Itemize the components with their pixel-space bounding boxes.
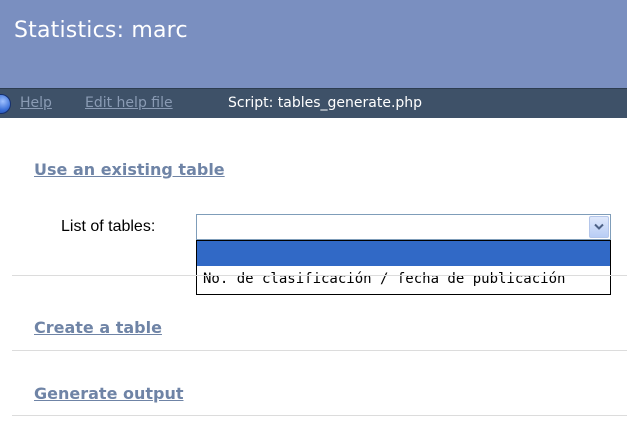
page: Statistics: marc Help Edit help file Scr… [0,0,627,448]
list-of-tables-label: List of tables: [61,218,156,235]
dropdown-arrow-button[interactable] [589,216,609,238]
use-existing-table-link[interactable]: Use an existing table [34,160,225,179]
dropdown-option-clasificacion[interactable]: No. de clasificación / fecha de publicac… [197,267,610,292]
help-link[interactable]: Help [20,95,52,111]
create-table-link[interactable]: Create a table [34,318,162,337]
edit-help-file-link[interactable]: Edit help file [85,95,173,111]
section-divider [12,275,627,276]
dropdown-option-empty[interactable] [197,241,610,266]
section-divider [12,350,627,351]
dropdown-options-list: No. de clasificación / fecha de publicac… [196,240,611,295]
section-divider [12,415,627,416]
chevron-down-icon [594,223,604,230]
title-bar: Statistics: marc [0,0,627,88]
list-of-tables-select[interactable] [196,214,611,240]
page-title: Statistics: marc [14,18,188,43]
script-name: Script: tables_generate.php [228,95,423,111]
nav-bar: Help Edit help file Script: tables_gener… [0,88,627,118]
generate-output-link[interactable]: Generate output [34,384,184,403]
help-icon[interactable] [0,94,11,114]
